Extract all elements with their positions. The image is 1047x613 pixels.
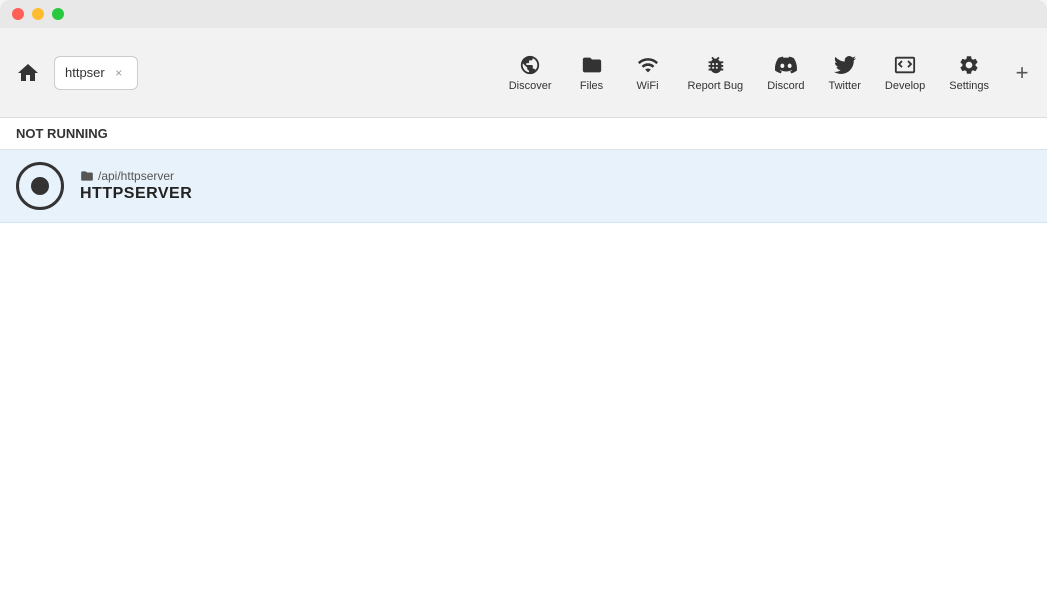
server-path-text: /api/httpserver [98, 169, 174, 183]
toolbar: httpser × Discover Files [0, 28, 1047, 118]
nav-settings[interactable]: Settings [939, 48, 999, 98]
twitter-label: Twitter [828, 80, 860, 92]
settings-icon [958, 54, 980, 76]
add-tab-button[interactable]: + [1007, 58, 1037, 88]
discord-label: Discord [767, 80, 804, 92]
nav-wifi[interactable]: WiFi [622, 48, 674, 98]
title-bar [0, 0, 1047, 28]
nav-files[interactable]: Files [566, 48, 618, 98]
nav-discord[interactable]: Discord [757, 48, 814, 98]
tab-label: httpser [65, 65, 105, 80]
nav-report-bug[interactable]: Report Bug [678, 48, 754, 98]
app: httpser × Discover Files [0, 28, 1047, 613]
report-bug-label: Report Bug [688, 80, 744, 92]
toolbar-nav: Discover Files WiFi Rep [499, 48, 999, 98]
status-text: NOT RUNNING [16, 126, 108, 141]
server-item[interactable]: /api/httpserver HTTPSERVER [0, 150, 1047, 223]
wifi-label: WiFi [637, 80, 659, 92]
server-info: /api/httpserver HTTPSERVER [80, 169, 192, 203]
nav-develop[interactable]: Develop [875, 48, 935, 98]
minimize-button[interactable] [32, 8, 44, 20]
close-button[interactable] [12, 8, 24, 20]
server-name: HTTPSERVER [80, 185, 192, 203]
globe-icon [519, 54, 541, 76]
server-status-icon [16, 162, 64, 210]
bug-icon [704, 54, 726, 76]
nav-discover[interactable]: Discover [499, 48, 562, 98]
server-path: /api/httpserver [80, 169, 192, 183]
wifi-icon [637, 54, 659, 76]
discord-icon [775, 54, 797, 76]
home-button[interactable] [10, 55, 46, 91]
develop-icon [894, 54, 916, 76]
server-status-dot [31, 177, 49, 195]
settings-label: Settings [949, 80, 989, 92]
files-label: Files [580, 80, 603, 92]
tab-close-button[interactable]: × [111, 65, 127, 81]
home-icon [16, 61, 40, 85]
folder-icon [581, 54, 603, 76]
twitter-icon [834, 54, 856, 76]
nav-twitter[interactable]: Twitter [818, 48, 870, 98]
content-area: /api/httpserver HTTPSERVER [0, 150, 1047, 613]
folder-small-icon [80, 169, 94, 183]
develop-label: Develop [885, 80, 925, 92]
httpserver-tab[interactable]: httpser × [54, 56, 138, 90]
status-bar: NOT RUNNING [0, 118, 1047, 150]
maximize-button[interactable] [52, 8, 64, 20]
discover-label: Discover [509, 80, 552, 92]
